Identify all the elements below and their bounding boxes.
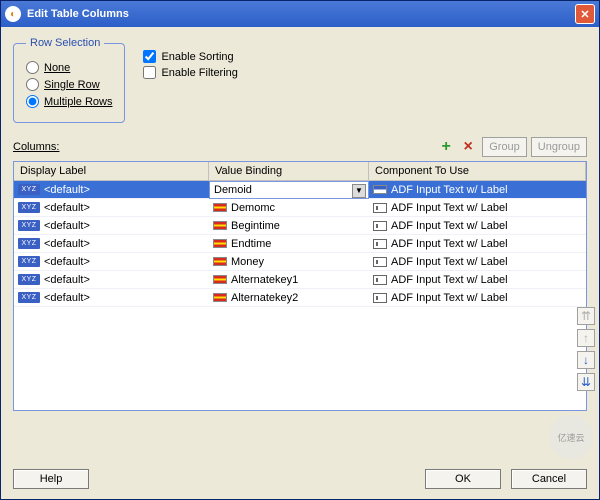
flag-icon (213, 293, 227, 302)
move-up-icon: ↑ (577, 329, 595, 347)
radio-multiple[interactable] (26, 95, 39, 108)
columns-toolbar: Columns: + × Group Ungroup (13, 137, 587, 157)
table-row[interactable]: XYZ <default> Demomc ADF Input Text w/ Labe… (14, 199, 586, 217)
table-row[interactable]: XYZ <default> Demoid ▼ ADF Input Text w/ Lab… (14, 181, 586, 199)
flag-icon (213, 257, 227, 266)
display-label-cell: <default> (44, 202, 90, 214)
component-icon (373, 185, 387, 194)
table-row[interactable]: XYZ <default> Begintime ADF Input Text w/ L… (14, 217, 586, 235)
move-bottom-icon[interactable]: ⇊ (577, 373, 595, 391)
table-header: Display Label Value Binding Component To… (14, 162, 586, 181)
xyz-badge-icon: XYZ (18, 202, 40, 213)
component-icon (373, 257, 387, 267)
close-icon[interactable]: ✕ (575, 4, 595, 24)
component-cell: ADF Input Text w/ Label (391, 202, 508, 214)
value-binding-cell: Money (231, 256, 264, 268)
help-button[interactable]: Help (13, 469, 89, 489)
move-down-icon[interactable]: ↓ (577, 351, 595, 369)
window-title: Edit Table Columns (27, 8, 575, 20)
value-binding-cell: Demoid (214, 184, 252, 196)
display-label-cell: <default> (44, 238, 90, 250)
table-row[interactable]: XYZ <default> Alternatekey2 ADF Input Text … (14, 289, 586, 307)
checkbox-enable-filtering[interactable] (143, 66, 156, 79)
remove-column-icon[interactable]: × (458, 138, 478, 156)
options-group: Enable Sorting Enable Filtering (143, 37, 237, 123)
header-value-binding[interactable]: Value Binding (209, 162, 369, 180)
display-label-cell: <default> (44, 256, 90, 268)
component-icon (373, 293, 387, 303)
xyz-badge-icon: XYZ (18, 238, 40, 249)
ok-button[interactable]: OK (425, 469, 501, 489)
table-body: XYZ <default> Demoid ▼ ADF Input Text w/ Lab… (14, 181, 586, 307)
header-component[interactable]: Component To Use (369, 162, 586, 180)
header-display-label[interactable]: Display Label (14, 162, 209, 180)
display-label-cell: <default> (44, 220, 90, 232)
component-cell: ADF Input Text w/ Label (391, 220, 508, 232)
titlebar: ◐ Edit Table Columns ✕ (1, 1, 599, 27)
value-binding-cell: Endtime (231, 238, 271, 250)
xyz-badge-icon: XYZ (18, 184, 40, 195)
dropdown-icon[interactable]: ▼ (352, 184, 366, 198)
component-icon (373, 239, 387, 249)
component-cell: ADF Input Text w/ Label (391, 292, 508, 304)
ungroup-button: Ungroup (531, 137, 587, 157)
component-icon (373, 203, 387, 213)
component-cell: ADF Input Text w/ Label (391, 184, 508, 196)
value-binding-cell: Alternatekey2 (231, 292, 298, 304)
radio-none-label[interactable]: None (44, 62, 70, 74)
component-icon (373, 275, 387, 285)
component-cell: ADF Input Text w/ Label (391, 274, 508, 286)
radio-single[interactable] (26, 78, 39, 91)
value-binding-cell: Alternatekey1 (231, 274, 298, 286)
row-selection-legend: Row Selection (26, 37, 104, 49)
row-selection-group: Row Selection None Single Row Multiple R… (13, 37, 125, 123)
component-cell: ADF Input Text w/ Label (391, 256, 508, 268)
flag-icon (213, 275, 227, 284)
component-cell: ADF Input Text w/ Label (391, 238, 508, 250)
footer: Help OK Cancel (13, 469, 587, 489)
table-row[interactable]: XYZ <default> Money ADF Input Text w/ Label (14, 253, 586, 271)
group-button: Group (482, 137, 527, 157)
flag-icon (213, 203, 227, 212)
table-row[interactable]: XYZ <default> Endtime ADF Input Text w/ Lab… (14, 235, 586, 253)
enable-filtering-label[interactable]: Enable Filtering (161, 67, 237, 79)
xyz-badge-icon: XYZ (18, 292, 40, 303)
watermark: 亿速云 (549, 415, 593, 459)
dialog-window: ◐ Edit Table Columns ✕ Row Selection Non… (0, 0, 600, 500)
xyz-badge-icon: XYZ (18, 274, 40, 285)
cancel-button[interactable]: Cancel (511, 469, 587, 489)
move-top-icon: ⇈ (577, 307, 595, 325)
enable-sorting-label[interactable]: Enable Sorting (161, 51, 233, 63)
checkbox-enable-sorting[interactable] (143, 50, 156, 63)
display-label-cell: <default> (44, 184, 90, 196)
xyz-badge-icon: XYZ (18, 220, 40, 231)
columns-table: Display Label Value Binding Component To… (13, 161, 587, 411)
app-icon: ◐ (5, 6, 21, 22)
flag-icon (213, 239, 227, 248)
table-row[interactable]: XYZ <default> Alternatekey1 ADF Input Text … (14, 271, 586, 289)
radio-none[interactable] (26, 61, 39, 74)
reorder-buttons: ⇈ ↑ ↓ ⇊ (577, 307, 595, 391)
content-area: Row Selection None Single Row Multiple R… (1, 27, 599, 499)
radio-single-label[interactable]: Single Row (44, 79, 100, 91)
component-icon (373, 221, 387, 231)
value-binding-cell: Begintime (231, 220, 280, 232)
columns-label: Columns: (13, 141, 434, 153)
value-binding-cell: Demomc (231, 202, 275, 214)
radio-multiple-label[interactable]: Multiple Rows (44, 96, 112, 108)
add-column-icon[interactable]: + (436, 138, 456, 156)
flag-icon (213, 221, 227, 230)
xyz-badge-icon: XYZ (18, 256, 40, 267)
display-label-cell: <default> (44, 274, 90, 286)
display-label-cell: <default> (44, 292, 90, 304)
